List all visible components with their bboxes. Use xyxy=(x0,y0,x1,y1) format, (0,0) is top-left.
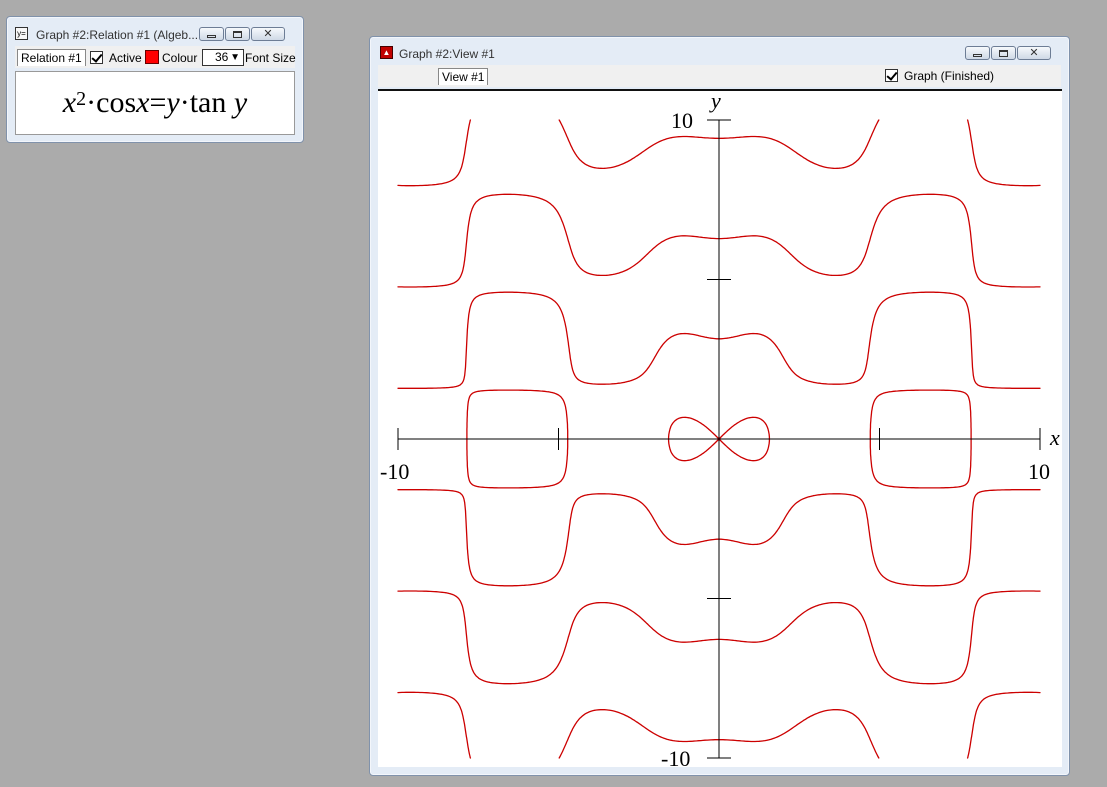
active-label: Active xyxy=(109,51,142,65)
view-window[interactable]: ▲ Graph #2:View #1 ✕ View #1 Graph (Fini… xyxy=(369,36,1070,776)
relation-window[interactable]: y= Graph #2:Relation #1 (Algeb... ✕ Rela… xyxy=(6,16,304,143)
formula-x-2: x xyxy=(136,86,150,119)
view-window-title: Graph #2:View #1 xyxy=(399,47,495,61)
formula-tan: tan xyxy=(189,86,227,119)
formula-equals: = xyxy=(149,86,167,119)
formula-cos: cos xyxy=(96,86,137,119)
graph-finished-checkbox[interactable] xyxy=(885,69,898,82)
relation-window-title: Graph #2:Relation #1 (Algeb... xyxy=(36,28,199,42)
x-axis-label: x xyxy=(1049,425,1060,450)
minimize-icon xyxy=(207,34,216,38)
formula-exponent: 2 xyxy=(76,87,87,110)
formula-dot-2: · xyxy=(179,86,190,119)
formula-x: x xyxy=(62,86,77,119)
colour-swatch[interactable] xyxy=(145,50,159,64)
dropdown-arrow-icon: ▼ xyxy=(230,52,240,63)
maximize-button[interactable] xyxy=(991,46,1016,60)
close-icon: ✕ xyxy=(263,28,273,40)
graph-app-icon: ▲ xyxy=(380,46,393,59)
x-tick-label-max: 10 xyxy=(1028,459,1050,484)
plot-area[interactable]: -10 10 10 -10 x y xyxy=(378,89,1062,767)
y-tick-label-max: 10 xyxy=(671,108,693,133)
font-size-select[interactable]: 36 ▼ xyxy=(202,49,244,66)
tab-relation-1[interactable]: Relation #1 xyxy=(17,49,86,66)
graph-status-label: Graph (Finished) xyxy=(904,69,995,83)
maximize-icon xyxy=(233,30,242,38)
font-size-value: 36 xyxy=(215,50,229,64)
view-window-titlebar[interactable]: ▲ Graph #2:View #1 ✕ xyxy=(370,37,1069,63)
x-tick-label-min: -10 xyxy=(380,459,409,484)
formula-y-1: y xyxy=(166,86,180,119)
colour-label: Colour xyxy=(162,51,198,65)
relation-plot[interactable]: -10 10 10 -10 x y xyxy=(378,91,1062,767)
minimize-button[interactable] xyxy=(965,46,990,60)
close-button[interactable]: ✕ xyxy=(1017,46,1051,60)
minimize-button[interactable] xyxy=(199,27,224,41)
close-button[interactable]: ✕ xyxy=(251,27,285,41)
maximize-icon xyxy=(999,49,1008,57)
formula-dot-1: · xyxy=(86,86,97,119)
close-icon: ✕ xyxy=(1029,47,1039,59)
active-checkbox[interactable] xyxy=(90,51,103,64)
tab-view-1[interactable]: View #1 xyxy=(438,68,489,85)
relation-app-icon: y= xyxy=(15,27,28,40)
font-size-label: Font Size xyxy=(245,51,296,65)
relation-window-titlebar[interactable]: y= Graph #2:Relation #1 (Algeb... ✕ xyxy=(7,17,303,43)
minimize-icon xyxy=(973,53,982,57)
maximize-button[interactable] xyxy=(225,27,250,41)
view-toolbar: View #1 Graph (Finished) xyxy=(378,65,1061,87)
y-axis-label: y xyxy=(709,91,721,113)
y-tick-label-min: -10 xyxy=(661,746,690,767)
relation-toolbar: Relation #1 Active Colour 36 ▼ Font Size xyxy=(15,46,296,68)
formula-y-2: y xyxy=(233,86,248,119)
formula-display[interactable]: x 2 · cos x = y · tan y xyxy=(15,71,295,135)
